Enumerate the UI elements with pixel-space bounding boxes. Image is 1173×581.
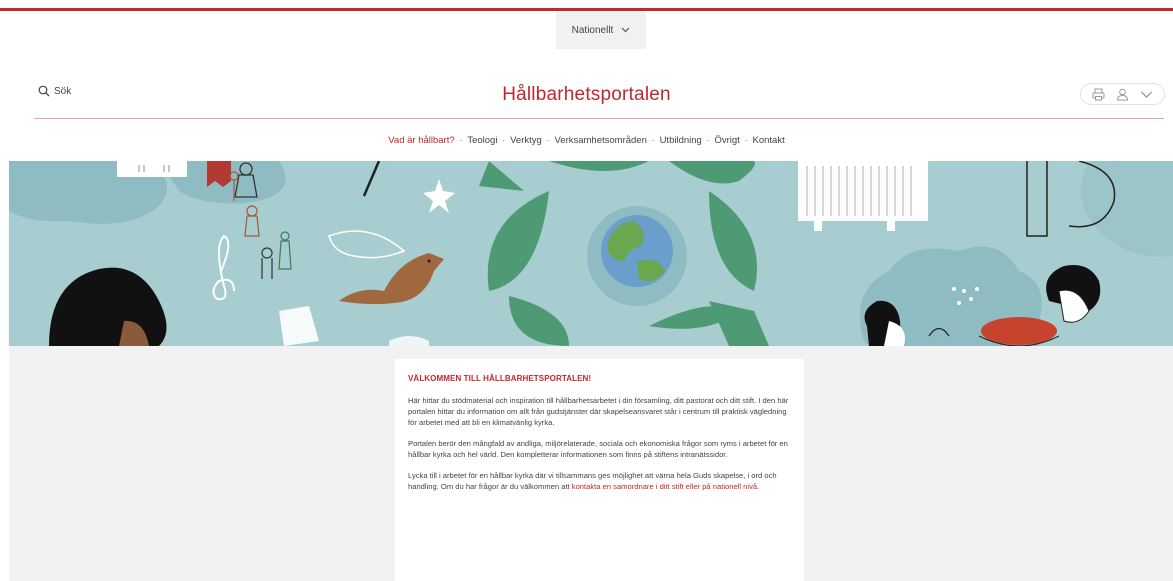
chevron-down-icon xyxy=(621,25,630,36)
site-header: Sök Hållbarhetsportalen Vad är hållbart?… xyxy=(0,51,1173,161)
header-tools xyxy=(1080,83,1165,105)
nav-separator: · xyxy=(502,136,506,145)
nav-item-teologi[interactable]: Teologi xyxy=(467,135,497,146)
user-button[interactable] xyxy=(1116,88,1129,101)
welcome-paragraph-3: Lycka till i arbetet för en hållbar kyrk… xyxy=(408,470,792,492)
user-menu-toggle[interactable] xyxy=(1140,88,1153,101)
print-button[interactable] xyxy=(1092,88,1105,101)
hero-illustration xyxy=(9,161,1173,346)
nav-separator: · xyxy=(744,136,748,145)
nav-separator: · xyxy=(546,136,550,145)
welcome-paragraph-1: Här hittar du stödmaterial och inspirati… xyxy=(408,396,789,427)
nav-item-vad-ar-hallbart[interactable]: Vad är hållbart? xyxy=(388,135,454,146)
main-nav: Vad är hållbart? · Teologi · Verktyg · V… xyxy=(0,135,1173,146)
nav-separator: · xyxy=(651,136,655,145)
chevron-down-icon xyxy=(1140,90,1152,98)
nav-item-utbildning[interactable]: Utbildning xyxy=(660,135,702,146)
hero-artwork xyxy=(9,161,1173,346)
user-icon xyxy=(1116,88,1128,100)
main-content: VÄLKOMMEN TILL HÅLLBARHETSPORTALEN! Här … xyxy=(9,346,1173,581)
nav-separator: · xyxy=(706,136,710,145)
header-divider xyxy=(34,118,1164,119)
site-title[interactable]: Hållbarhetsportalen xyxy=(0,84,1173,106)
nav-separator: · xyxy=(459,136,463,145)
welcome-card: VÄLKOMMEN TILL HÅLLBARHETSPORTALEN! Här … xyxy=(395,359,804,581)
print-icon xyxy=(1092,88,1105,100)
nav-item-verktyg[interactable]: Verktyg xyxy=(510,135,542,146)
contact-coordinator-link[interactable]: kontakta en samordnare i ditt stift elle… xyxy=(572,482,759,491)
region-selector-label: Nationellt xyxy=(571,24,614,36)
region-selector[interactable]: Nationellt xyxy=(556,11,646,49)
welcome-paragraph-2: Portalen berör den mångfald av andliga, … xyxy=(408,439,788,459)
nav-item-kontakt[interactable]: Kontakt xyxy=(753,135,785,146)
welcome-heading: VÄLKOMMEN TILL HÅLLBARHETSPORTALEN! xyxy=(408,374,592,383)
nav-item-verksamhetsomraden[interactable]: Verksamhetsområden xyxy=(554,135,646,146)
nav-item-ovrigt[interactable]: Övrigt xyxy=(714,135,739,146)
